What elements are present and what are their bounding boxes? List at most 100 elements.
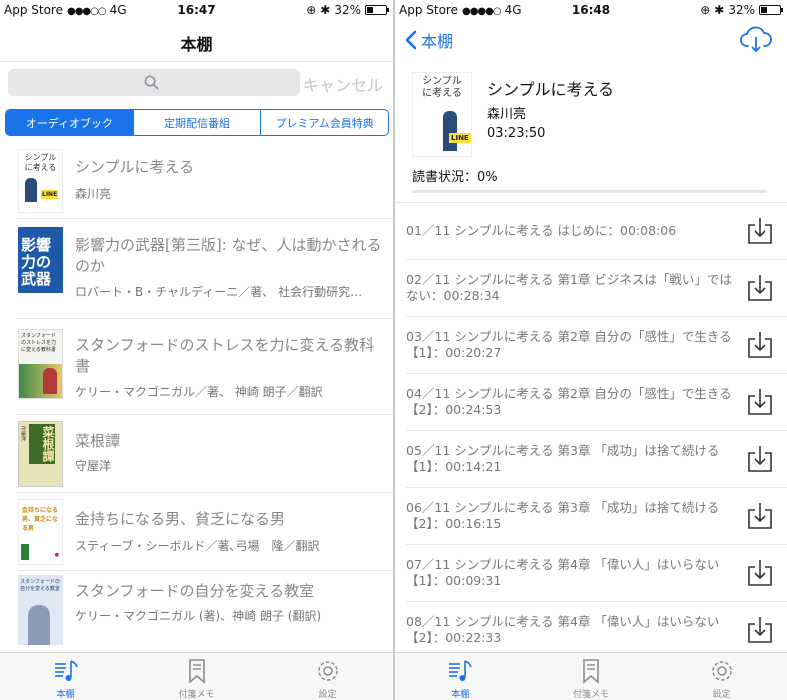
bookshelf-screen: App Store ●●●○○ 4G 16:47 ⊕ ✱ 32% 本棚 キャンセル … [0,0,393,700]
book-author: スティーブ・シーボルド／著､弓場 隆／翻訳 [75,539,320,553]
chapter-row[interactable]: 04／11 シンプルに考える 第2章 自分の「感性」で生きる【2】：00:24:… [406,374,787,431]
book-author: 守屋洋 [75,459,112,473]
music-note-list-icon [449,660,473,681]
orientation-lock-icon: ⊕ [700,3,711,17]
bluetooth-icon: ✱ [320,3,331,17]
reading-status: 読書状況：0% [412,170,498,185]
chapter-row[interactable]: 02／11 シンプルに考える 第1章 ビジネスは「戦い」ではない：00:28:3… [406,260,787,317]
chapter-row[interactable]: 03／11 シンプルに考える 第2章 自分の「感性」で生きる【1】：00:20:… [406,317,787,374]
battery-icon [759,5,783,15]
category-segmented-control: オーディオブック 定期配信番組 プレミアム会員特典 [5,109,389,136]
book-row[interactable]: 守屋洋 菜根譚 菜根譚 守屋洋 [16,415,393,493]
reading-progress-bar [412,190,767,193]
chapter-row[interactable]: 07／11 シンプルに考える 第4章 「偉い人」はいらない【1】：00:09:3… [406,545,787,602]
book-cover: 金持ちになる男、貧乏になる男 ● [18,499,63,565]
book-list: シンプル に考える LINE シンプルに考える 森川亮 影響力の武器 影響力の武… [0,141,393,649]
book-title: 金持ちになる男、貧乏になる男 [75,510,286,528]
book-title: シンプルに考える [75,158,195,176]
battery-icon [365,5,389,15]
navigation-bar: 本棚 [0,20,393,62]
book-row[interactable]: シンプル に考える LINE シンプルに考える 森川亮 [16,141,393,219]
tab-label: 本棚 [451,690,470,700]
book-cover: スタンフォードの自分を変える教室 [18,575,63,645]
chapter-row[interactable]: 01／11 シンプルに考える はじめに：00:08:06 [406,203,787,260]
chapter-title: 04／11 シンプルに考える 第2章 自分の「感性」で生きる【2】：00:24:… [406,386,732,417]
segment-periodic-programs[interactable]: 定期配信番組 [132,110,261,135]
book-row[interactable]: 影響力の武器 影響力の武器[第三版]: なぜ、人は動かされるのか ロバート・B・… [16,219,393,319]
tab-bookshelf[interactable]: 本棚 [395,653,526,700]
book-cover: シンプル に考える LINE [18,149,63,213]
chapter-row[interactable]: 05／11 シンプルに考える 第3章 「成功」は捨て続ける【1】：00:14:2… [406,431,787,488]
book-author: ケリー・マクゴニガル／著、 神崎 朗子／翻訳 [75,385,323,399]
book-row[interactable]: スタンフォードのストレスを力に変える教科書 スタンフォードのストレスを力に変える… [16,319,393,415]
cancel-button[interactable]: キャンセル [303,72,383,96]
chapter-row[interactable]: 06／11 シンプルに考える 第3章 「成功」は捨て続ける【2】：00:16:1… [406,488,787,545]
book-detail-header: シンプル に考える LINE シンプルに考える 森川亮 03:23:50 読書状… [395,62,787,202]
chapter-title: 01／11 シンプルに考える はじめに：00:08:06 [406,223,677,238]
navigation-bar: 本棚 [395,20,787,62]
bookmark-icon [583,659,599,684]
tab-label: 付箋メモ [178,690,215,700]
book-row[interactable]: 金持ちになる男、貧乏になる男 ● 金持ちになる男、貧乏になる男 スティーブ・シー… [16,493,393,571]
chapter-title: 05／11 シンプルに考える 第3章 「成功」は捨て続ける【1】：00:14:2… [406,443,720,474]
download-icon[interactable] [747,217,773,245]
segment-premium-benefits[interactable]: プレミアム会員特典 [260,110,388,135]
bookmark-icon [188,659,205,684]
chapter-title: 08／11 シンプルに考える 第4章 「偉い人」はいらない【2】：00:22:3… [406,614,720,645]
tab-bar: 本棚 付箋メモ 設定 [395,652,787,700]
music-note-list-icon [54,660,78,681]
book-cover: 守屋洋 菜根譚 [18,421,63,487]
status-bar: App Store ●●●●○ 4G 16:48 ⊕ ✱ 32% [395,0,787,20]
download-icon[interactable] [747,331,773,359]
status-bar: App Store ●●●○○ 4G 16:47 ⊕ ✱ 32% [0,0,393,20]
tab-label: 本棚 [56,690,75,700]
search-icon [144,75,159,90]
download-icon[interactable] [747,559,773,587]
book-cover: 影響力の武器 [18,227,63,293]
tab-settings[interactable]: 設定 [262,653,393,700]
download-icon[interactable] [747,274,773,302]
book-cover: シンプル に考える LINE [412,72,472,157]
book-cover: スタンフォードのストレスを力に変える教科書 [18,329,63,399]
download-icon[interactable] [747,502,773,530]
battery-percent: 32% [728,3,755,17]
tab-bookshelf[interactable]: 本棚 [0,653,131,700]
gear-icon [711,661,732,681]
cloud-download-icon[interactable] [739,25,773,53]
book-title: スタンフォードのストレスを力に変える教科書 [75,336,375,375]
gear-icon [317,661,338,681]
tab-label: 設定 [318,690,337,700]
search-input[interactable] [8,69,300,96]
book-title: 菜根譚 [75,432,121,450]
tab-bar: 本棚 付箋メモ 設定 [0,652,393,700]
book-title: スタンフォードの自分を変える教室 [75,582,315,600]
download-icon[interactable] [747,616,773,644]
bluetooth-icon: ✱ [714,3,725,17]
chapter-row[interactable]: 08／11 シンプルに考える 第4章 「偉い人」はいらない【2】：00:22:3… [406,602,787,659]
orientation-lock-icon: ⊕ [306,3,317,17]
chapter-title: 03／11 シンプルに考える 第2章 自分の「感性」で生きる【1】：00:20:… [406,329,732,360]
chapter-title: 07／11 シンプルに考える 第4章 「偉い人」はいらない【1】：00:09:3… [406,557,720,588]
download-icon[interactable] [747,445,773,473]
book-author: 森川亮 [487,107,527,122]
tab-settings[interactable]: 設定 [656,653,787,700]
download-icon[interactable] [747,388,773,416]
book-title: シンプルに考える [487,80,615,99]
back-label: 本棚 [421,32,454,51]
chapter-list: 01／11 シンプルに考える はじめに：00:08:06 02／11 シンプルに… [395,202,787,659]
tab-label: 設定 [712,690,731,700]
segment-audiobook[interactable]: オーディオブック [6,110,133,135]
battery-percent: 32% [334,3,361,17]
tab-sticky-notes[interactable]: 付箋メモ [131,653,262,700]
tab-label: 付箋メモ [573,690,610,700]
chapter-title: 06／11 シンプルに考える 第3章 「成功」は捨て続ける【2】：00:16:1… [406,500,720,531]
page-title: 本棚 [180,35,213,54]
book-author: 森川亮 [75,187,112,201]
book-title: 影響力の武器[第三版]: なぜ、人は動かされるのか [75,236,382,275]
book-row[interactable]: スタンフォードの自分を変える教室 スタンフォードの自分を変える教室 ケリー・マク… [16,571,393,649]
chapter-title: 02／11 シンプルに考える 第1章 ビジネスは「戦い」ではない：00:28:3… [406,272,732,303]
book-author: ケリー・マクゴニガル (著)、神崎 朗子 (翻訳) [75,609,322,623]
book-detail-screen: App Store ●●●●○ 4G 16:48 ⊕ ✱ 32% 本棚 シンプル に… [395,0,787,700]
back-button[interactable]: 本棚 [405,28,453,52]
tab-sticky-notes[interactable]: 付箋メモ [526,653,657,700]
